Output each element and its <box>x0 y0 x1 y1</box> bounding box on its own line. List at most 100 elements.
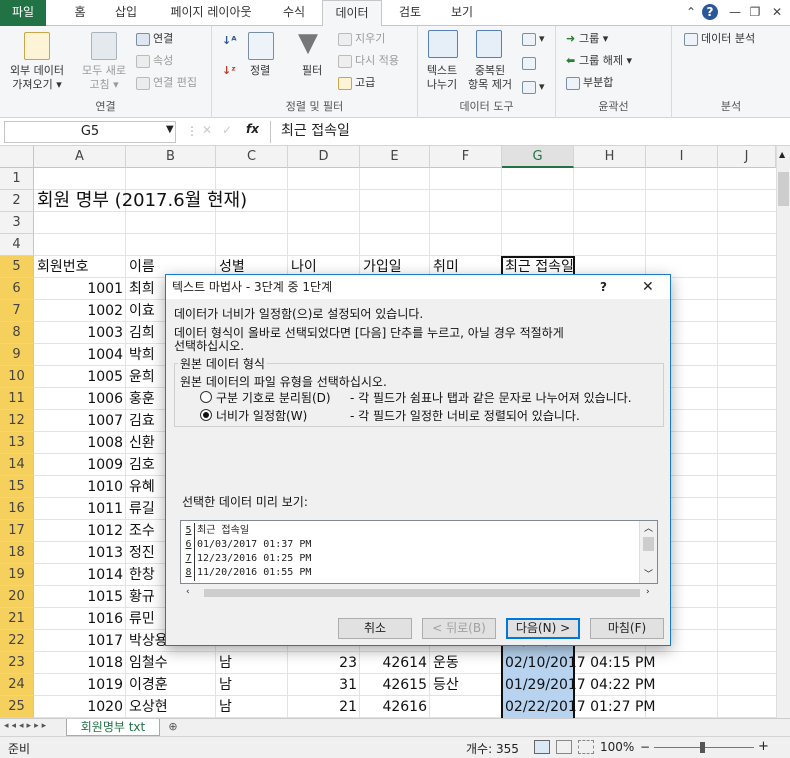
member-id-cell[interactable]: 1018 <box>34 652 126 674</box>
new-sheet-icon[interactable]: ⊕ <box>164 720 182 735</box>
row-header[interactable]: 5 <box>0 256 34 278</box>
joined-cell[interactable]: 42616 <box>360 696 430 718</box>
vertical-scroll-thumb[interactable] <box>778 172 789 206</box>
name-box-dropdown-icon[interactable]: ▼ <box>166 124 174 135</box>
back-button[interactable]: < 뒤로(B) <box>422 618 496 639</box>
restore-icon[interactable]: ❐ <box>746 3 764 21</box>
tab-page-layout[interactable]: 페이지 레이아웃 <box>156 0 266 26</box>
member-id-cell[interactable]: 1002 <box>34 300 126 322</box>
cancel-entry-icon[interactable]: ✕ <box>202 123 212 137</box>
close-icon[interactable]: ✕ <box>768 3 786 21</box>
refresh-all-button[interactable]: 모두 새로 고침 ▾ <box>76 64 132 92</box>
column-header[interactable]: F <box>430 146 502 168</box>
cancel-button[interactable]: 취소 <box>338 618 412 639</box>
member-id-cell[interactable]: 1010 <box>34 476 126 498</box>
subtotal-button[interactable]: 부분합 <box>566 76 613 90</box>
preview-hscroll-thumb[interactable] <box>204 589 640 597</box>
member-id-cell[interactable]: 1001 <box>34 278 126 300</box>
data-analysis-button[interactable]: 데이터 분석 <box>684 32 755 46</box>
member-id-cell[interactable]: 1004 <box>34 344 126 366</box>
member-name-cell[interactable]: 임철수 <box>126 652 216 674</box>
row-header[interactable]: 7 <box>0 300 34 322</box>
finish-button[interactable]: 마침(F) <box>590 618 664 639</box>
gender-cell[interactable]: 남 <box>216 674 288 696</box>
sheet-tab-active[interactable]: 회원명부 txt <box>66 719 160 736</box>
clear-button[interactable]: 지우기 <box>338 32 385 46</box>
column-header[interactable]: G <box>502 146 574 168</box>
collapse-ribbon-icon[interactable]: ⌃ <box>682 3 700 21</box>
column-header[interactable]: J <box>718 146 776 168</box>
preview-scroll-up-icon[interactable]: ︿ <box>644 521 653 534</box>
row-header[interactable]: 15 <box>0 476 34 498</box>
member-id-cell[interactable]: 1016 <box>34 608 126 630</box>
consolidate-icon[interactable] <box>522 56 539 70</box>
scroll-up-icon[interactable]: ▲ <box>779 150 785 159</box>
row-header[interactable]: 24 <box>0 674 34 696</box>
member-id-cell[interactable]: 1005 <box>34 366 126 388</box>
member-id-cell[interactable]: 1019 <box>34 674 126 696</box>
hobby-cell[interactable]: 운동 <box>430 652 502 674</box>
preview-scroll-thumb[interactable] <box>643 537 654 551</box>
reapply-button[interactable]: 다시 적용 <box>338 54 399 68</box>
name-box[interactable]: G5 <box>4 121 176 143</box>
properties-button[interactable]: 속성 <box>136 54 173 68</box>
minimize-icon[interactable]: — <box>726 3 744 21</box>
age-cell[interactable]: 23 <box>288 652 360 674</box>
row-header[interactable]: 20 <box>0 586 34 608</box>
select-all-corner[interactable] <box>0 146 34 168</box>
member-id-cell[interactable]: 1006 <box>34 388 126 410</box>
filter-button[interactable]: 필터 <box>302 64 322 78</box>
fixed-width-label[interactable]: 너비가 일정함(W) <box>216 407 307 424</box>
joined-cell[interactable]: 42615 <box>360 674 430 696</box>
edit-links-button[interactable]: 연결 편집 <box>136 76 197 90</box>
row-header[interactable]: 16 <box>0 498 34 520</box>
title-cell[interactable]: 회원 명부 (2017.6월 현재) <box>34 190 334 212</box>
page-break-view-icon[interactable] <box>578 740 594 754</box>
column-header[interactable]: A <box>34 146 126 168</box>
member-id-cell[interactable]: 1007 <box>34 410 126 432</box>
sheet-nav-icons[interactable]: ◂◂◂▸▸▸ <box>4 721 49 731</box>
zoom-level[interactable]: 100% <box>600 740 634 754</box>
row-header[interactable]: 11 <box>0 388 34 410</box>
tab-view[interactable]: 보기 <box>440 0 484 26</box>
row-header[interactable]: 1 <box>0 168 34 190</box>
row-header[interactable]: 17 <box>0 520 34 542</box>
sort-button[interactable]: 정렬 <box>250 64 270 78</box>
row-header[interactable]: 10 <box>0 366 34 388</box>
zoom-out-icon[interactable]: − <box>640 740 650 754</box>
column-header[interactable]: E <box>360 146 430 168</box>
tab-formulas[interactable]: 수식 <box>272 0 316 26</box>
row-header[interactable]: 14 <box>0 454 34 476</box>
row-header[interactable]: 8 <box>0 322 34 344</box>
age-cell[interactable]: 21 <box>288 696 360 718</box>
row-header[interactable]: 13 <box>0 432 34 454</box>
member-id-cell[interactable]: 1009 <box>34 454 126 476</box>
member-id-cell[interactable]: 1015 <box>34 586 126 608</box>
row-header[interactable]: 9 <box>0 344 34 366</box>
row-header[interactable]: 18 <box>0 542 34 564</box>
tab-file[interactable]: 파일 <box>0 0 46 26</box>
data-preview-box[interactable]: 5 최근 접속일 6 01/03/2017 01:37 PM 7 12/23/2016 0… <box>180 520 658 584</box>
tab-home[interactable]: 홈 <box>62 0 98 26</box>
age-cell[interactable]: 31 <box>288 674 360 696</box>
delimited-label[interactable]: 구분 기호로 분리됨(D) <box>216 389 331 406</box>
preview-scroll-down-icon[interactable]: ﹀ <box>644 567 653 580</box>
preview-scroll-left-icon[interactable]: ‹ <box>186 587 190 597</box>
member-id-cell[interactable]: 1020 <box>34 696 126 718</box>
hobby-cell[interactable]: 등산 <box>430 674 502 696</box>
vertical-scrollbar[interactable]: ▲ <box>776 146 790 718</box>
zoom-slider-thumb[interactable] <box>700 742 705 753</box>
row-header[interactable]: 3 <box>0 212 34 234</box>
column-header[interactable]: I <box>646 146 718 168</box>
member-id-cell[interactable]: 1014 <box>34 564 126 586</box>
sort-ascending-icon[interactable]: ↓ᴬ <box>222 34 237 48</box>
row-header[interactable]: 22 <box>0 630 34 652</box>
ungroup-button[interactable]: ⬅ 그룹 해제 ▾ <box>566 54 632 68</box>
member-id-cell[interactable]: 1011 <box>34 498 126 520</box>
formula-input[interactable]: 최근 접속일 <box>270 121 788 143</box>
preview-vertical-scrollbar[interactable]: ︿ ﹀ <box>639 521 657 583</box>
column-header[interactable]: D <box>288 146 360 168</box>
column-header[interactable]: H <box>574 146 646 168</box>
help-icon[interactable]: ? <box>702 4 718 20</box>
joined-cell[interactable]: 42614 <box>360 652 430 674</box>
